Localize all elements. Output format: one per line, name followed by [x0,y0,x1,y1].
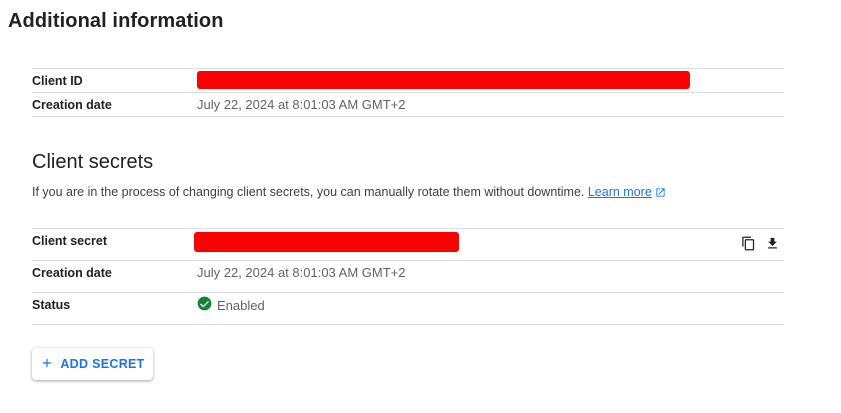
copy-icon[interactable] [738,233,758,253]
plus-icon [40,356,54,373]
status-value: Enabled [197,296,265,314]
learn-more-link[interactable]: Learn more [588,185,652,199]
creation-date-label: Creation date [32,98,112,112]
status-label: Status [32,298,71,312]
divider [32,68,784,69]
client-secret-redacted [194,232,459,252]
external-link-icon[interactable] [655,187,666,201]
divider [32,260,784,261]
secret-creation-date-label: Creation date [32,266,112,280]
status-text: Enabled [217,297,265,313]
divider [32,116,784,117]
add-secret-button[interactable]: ADD SECRET [32,348,153,380]
client-secrets-title: Client secrets [32,151,154,173]
client-id-label: Client ID [32,74,83,88]
creation-date-value: July 22, 2024 at 8:01:03 AM GMT+2 [197,97,406,112]
divider [32,324,784,325]
client-secrets-description: If you are in the process of changing cl… [32,185,666,201]
page-title: Additional information [8,10,224,32]
description-text: If you are in the process of changing cl… [32,185,585,199]
check-circle-icon [197,296,212,314]
download-icon[interactable] [762,233,782,253]
divider [32,92,784,93]
divider [32,292,784,293]
client-secret-label: Client secret [32,234,108,248]
divider [32,228,784,229]
secret-creation-date-value: July 22, 2024 at 8:01:03 AM GMT+2 [197,265,406,280]
add-secret-label: ADD SECRET [60,357,145,371]
client-id-redacted [197,71,690,89]
